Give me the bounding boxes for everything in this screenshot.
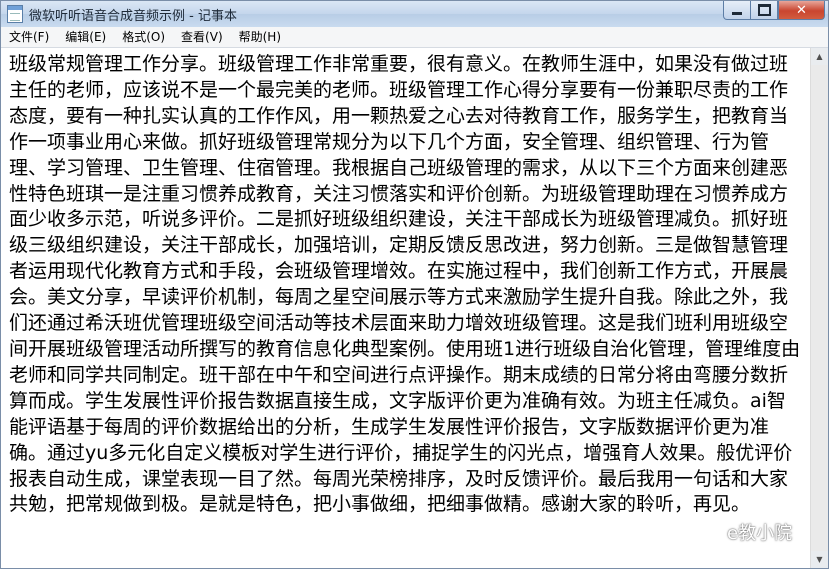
menu-edit[interactable]: 编辑(E)	[57, 27, 114, 47]
title-bar[interactable]: 微软听听语音合成音频示例 - 记事本 ✕	[1, 1, 828, 27]
notepad-window: 微软听听语音合成音频示例 - 记事本 ✕ 文件(F) 编辑(E) 格式(O) 查…	[0, 0, 829, 569]
vertical-scrollbar[interactable]: ▲ ▼	[810, 48, 828, 568]
window-title: 微软听听语音合成音频示例 - 记事本	[29, 9, 237, 24]
menu-file[interactable]: 文件(F)	[1, 27, 57, 47]
notepad-icon	[7, 5, 23, 23]
menu-bar: 文件(F) 编辑(E) 格式(O) 查看(V) 帮助(H)	[1, 27, 828, 48]
minimize-icon	[732, 11, 742, 15]
text-editor[interactable]: 班级常规管理工作分享。班级管理工作非常重要，很有意义。在教师生涯中，如果没有做过…	[1, 48, 811, 568]
close-button[interactable]: ✕	[778, 1, 825, 20]
maximize-button[interactable]	[751, 1, 778, 20]
menu-format[interactable]: 格式(O)	[114, 27, 173, 47]
wechat-icon	[701, 523, 723, 541]
menu-view[interactable]: 查看(V)	[173, 27, 231, 47]
document-text[interactable]: 班级常规管理工作分享。班级管理工作非常重要，很有意义。在教师生涯中，如果没有做过…	[1, 48, 811, 518]
watermark: e教小院	[701, 519, 792, 545]
scroll-up-icon[interactable]: ▲	[811, 48, 828, 65]
maximize-icon	[757, 4, 771, 16]
close-icon: ✕	[796, 2, 807, 18]
menu-help[interactable]: 帮助(H)	[231, 27, 289, 47]
minimize-button[interactable]	[723, 1, 751, 20]
scroll-down-icon[interactable]: ▼	[811, 551, 828, 568]
watermark-label: e教小院	[727, 523, 793, 544]
